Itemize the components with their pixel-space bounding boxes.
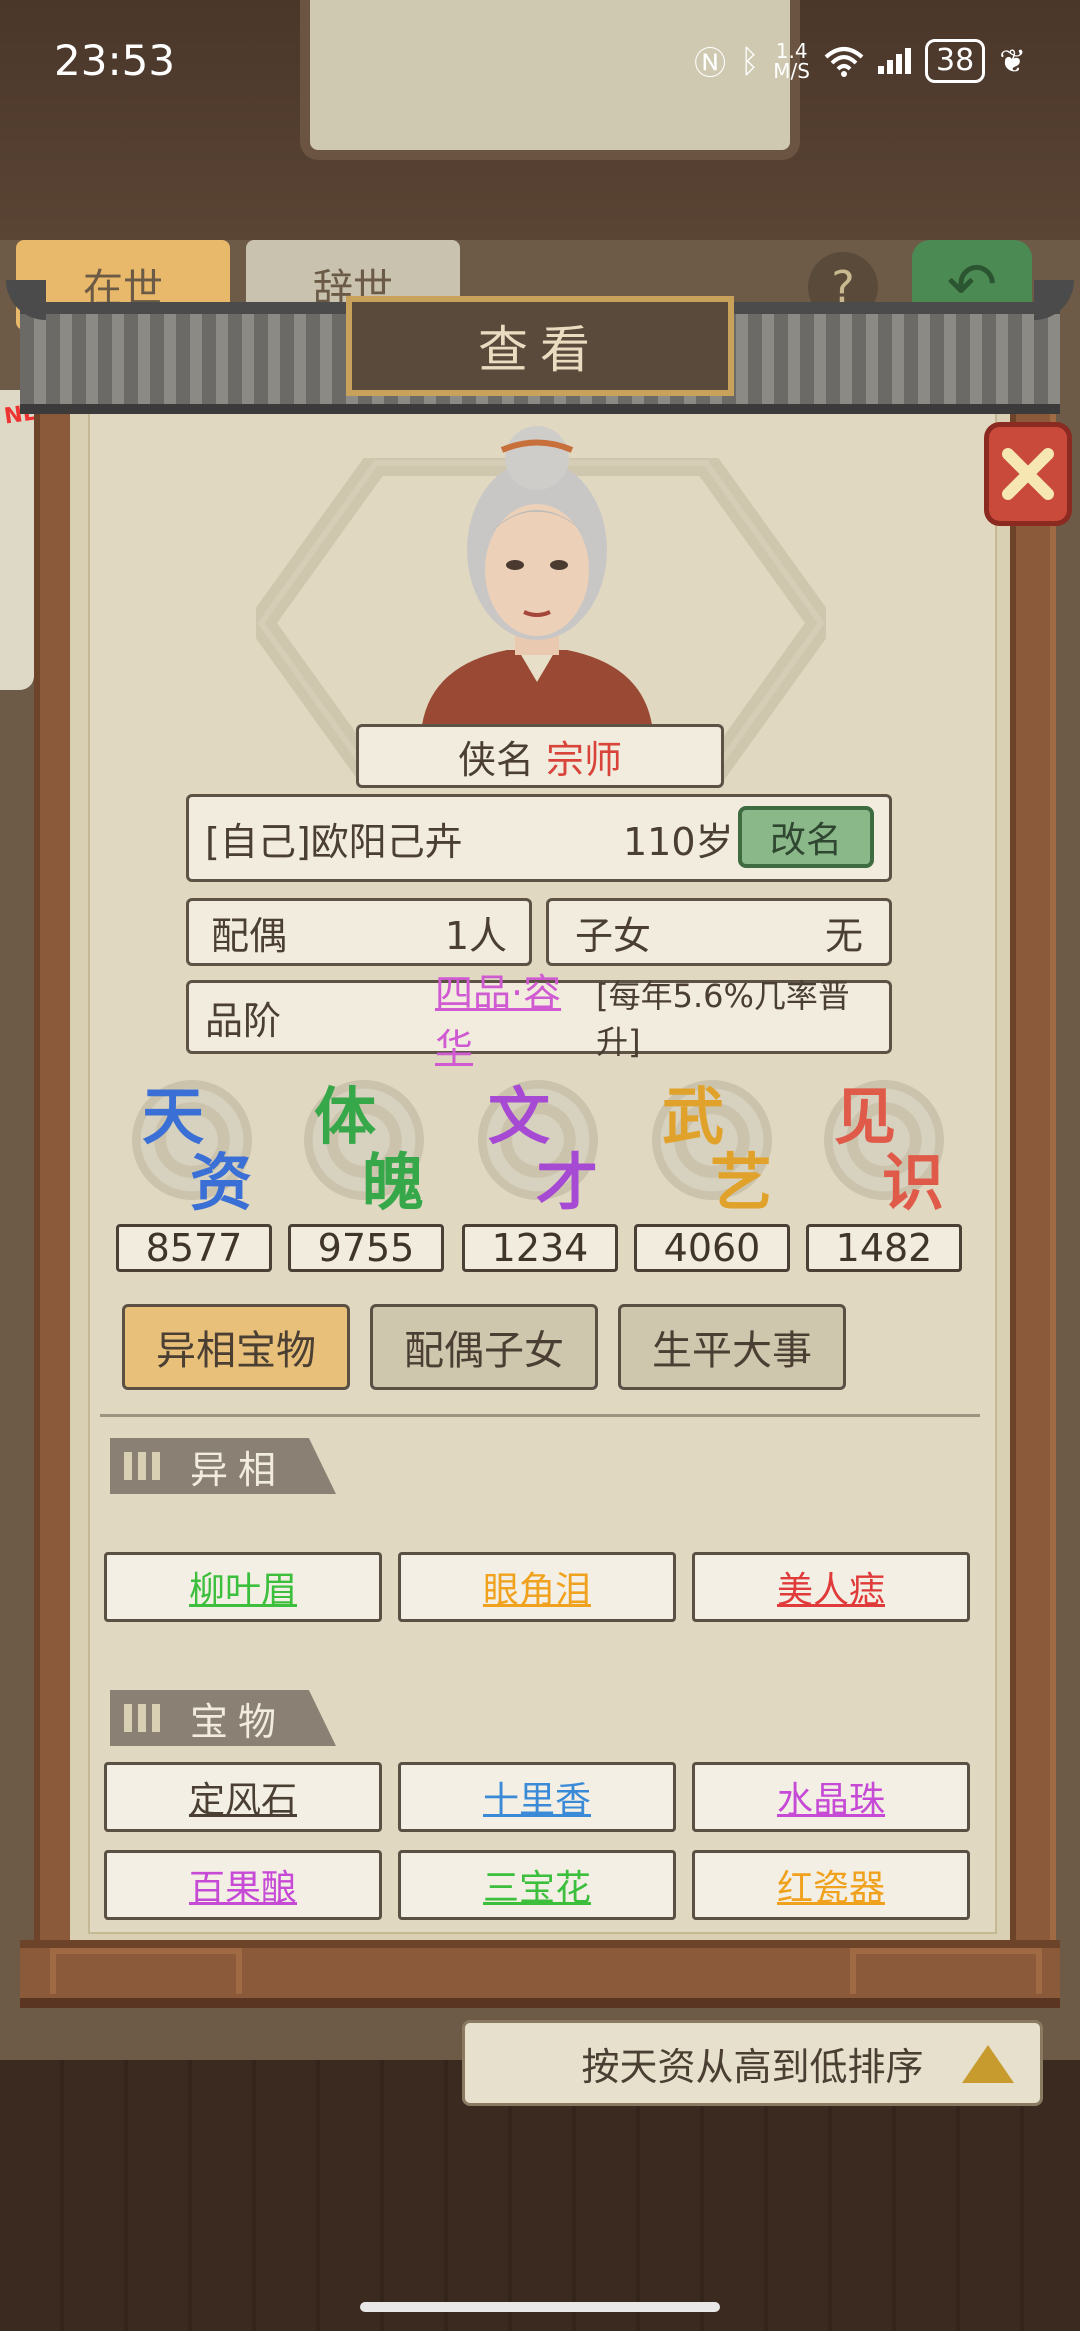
character-age: 110岁: [623, 819, 734, 864]
wifi-icon: [824, 47, 864, 77]
battery-indicator: 38: [925, 39, 986, 83]
section-treasures-header: 宝物: [110, 1690, 336, 1746]
base-rail-left: [50, 1948, 242, 1994]
rank-label: 品阶: [205, 998, 282, 1043]
children-box: 子女 无: [546, 898, 892, 966]
status-bar: 23:53 Ⓝ ᛒ 1.4 M/S 38 ❦: [0, 0, 1080, 120]
nfc-icon: Ⓝ: [694, 44, 727, 82]
stat-insight-char1: 见: [834, 1080, 897, 1153]
frame-post-right: [1010, 380, 1056, 2000]
alias-value: 宗师: [546, 737, 623, 782]
network-speed: 1.4 M/S: [773, 39, 810, 83]
feature-item[interactable]: 柳叶眉: [104, 1552, 382, 1622]
tab-spouse-children[interactable]: 配偶子女: [370, 1304, 598, 1390]
panel-title: 查看: [346, 296, 734, 396]
spouse-value: 1人: [444, 913, 507, 958]
sort-dropdown[interactable]: 按天资从高到低排序: [462, 2020, 1043, 2106]
treasure-item[interactable]: 百果酿: [104, 1850, 382, 1920]
side-panel-tab[interactable]: [0, 390, 34, 690]
stat-martial-value: 4060: [634, 1224, 790, 1272]
character-portrait: [422, 426, 652, 725]
tab-features-treasures[interactable]: 异相宝物: [122, 1304, 350, 1390]
stat-insight-value: 1482: [806, 1224, 962, 1272]
base-rail-right: [850, 1948, 1042, 1994]
leaf-icon: ❦: [999, 42, 1026, 80]
stat-physique-value: 9755: [288, 1224, 444, 1272]
treasure-item[interactable]: 三宝花: [398, 1850, 676, 1920]
section-features-header: 异相: [110, 1438, 336, 1494]
home-indicator[interactable]: [360, 2302, 720, 2312]
sort-label: 按天资从高到低排序: [581, 2044, 924, 2089]
bluetooth-icon: ᛒ: [740, 42, 760, 80]
alias-label: 侠名: [457, 737, 534, 782]
close-icon: [1002, 448, 1054, 500]
children-label: 子女: [575, 913, 652, 958]
stat-talent-value: 8577: [116, 1224, 272, 1272]
stat-martial-char2: 艺: [710, 1146, 773, 1219]
rank-box: 品阶 四品·容华 [每年5.6%几率晋升]: [186, 971, 892, 1070]
rank-value[interactable]: 四品·容华: [435, 962, 596, 1072]
spouse-box: 配偶 1人: [186, 898, 532, 966]
stat-physique-char2: 魄: [362, 1146, 425, 1219]
section-divider: [100, 1414, 980, 1417]
close-button[interactable]: [984, 422, 1072, 526]
stat-literary-char1: 文: [488, 1080, 551, 1153]
stat-martial-char1: 武: [662, 1080, 725, 1153]
tab-life-events[interactable]: 生平大事: [618, 1304, 846, 1390]
children-value: 无: [824, 913, 863, 958]
rank-note: [每年5.6%几率晋升]: [596, 977, 850, 1061]
spouse-label: 配偶: [211, 913, 288, 958]
feature-item[interactable]: 眼角泪: [398, 1552, 676, 1622]
character-name: [自己]欧阳己卉: [205, 819, 463, 864]
triangle-up-icon: [962, 2045, 1014, 2083]
treasure-item[interactable]: 红瓷器: [692, 1850, 970, 1920]
stat-insight-char2: 识: [882, 1146, 945, 1219]
stat-talent-char1: 天: [142, 1080, 205, 1153]
alias-box: 侠名 宗师: [356, 724, 724, 788]
treasure-item[interactable]: 水晶珠: [692, 1762, 970, 1832]
stat-literary-char2: 才: [536, 1146, 599, 1219]
treasure-item[interactable]: 定风石: [104, 1762, 382, 1832]
signal-icon: [878, 48, 911, 74]
clock: 23:53: [54, 36, 176, 85]
treasure-item[interactable]: 十里香: [398, 1762, 676, 1832]
feature-item[interactable]: 美人痣: [692, 1552, 970, 1622]
stat-literary-value: 1234: [462, 1224, 618, 1272]
stat-physique-char1: 体: [314, 1080, 377, 1153]
rename-button[interactable]: 改名: [738, 806, 874, 868]
stat-talent-char2: 资: [190, 1146, 253, 1219]
